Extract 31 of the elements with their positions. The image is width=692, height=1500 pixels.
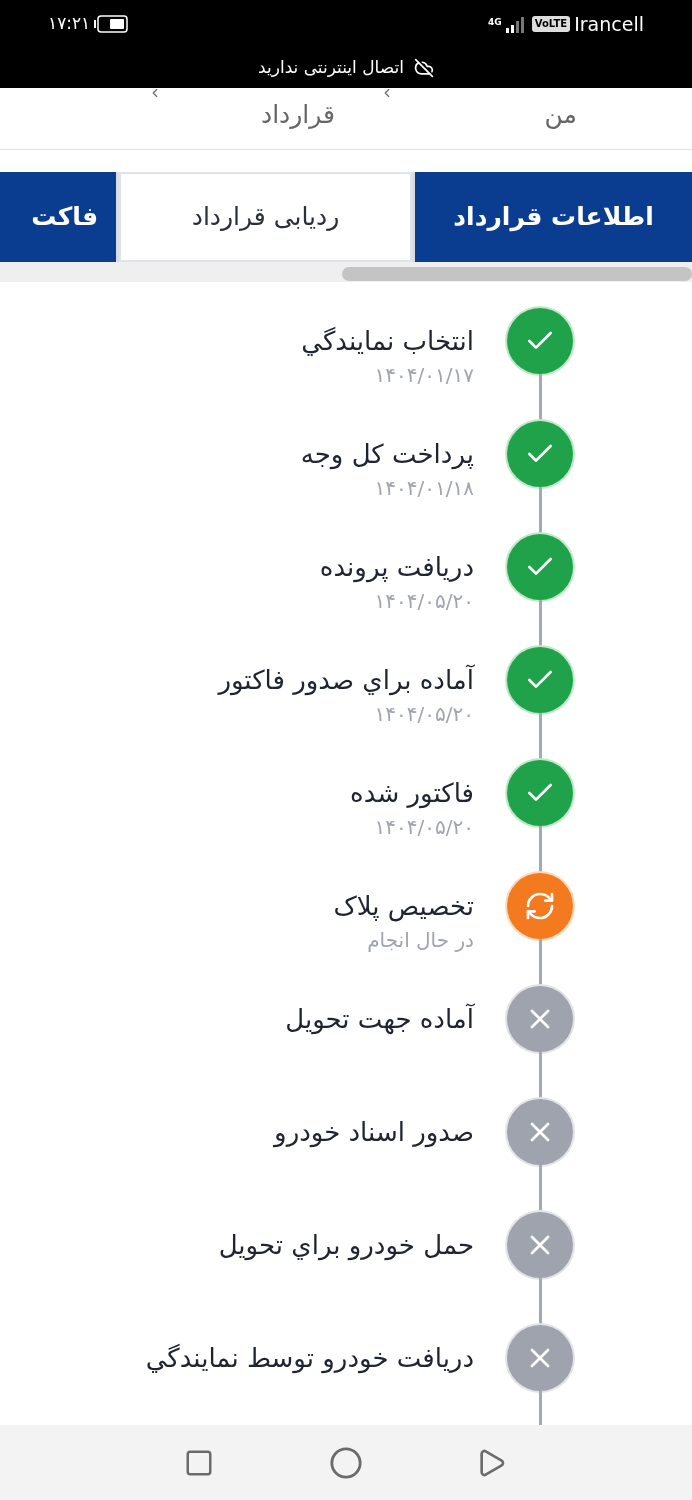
no-internet-notice: اتصال اینترنتی ندارید <box>258 56 404 80</box>
step-title: تخصیص پلاک <box>333 890 474 924</box>
carrier-name: Irancell <box>574 11 644 37</box>
tab[interactable]: ردیابی قرارداد <box>119 172 412 262</box>
step-date: ۱۴۰۴/۰۵/۲۰ <box>373 701 474 728</box>
step-title: فاکتور شده <box>350 777 474 811</box>
step-title: انتخاب نمايندگي <box>301 325 474 358</box>
step-title: دریافت خودرو توسط نمايندگي <box>145 1342 474 1376</box>
step-title: آماده جهت تحویل <box>285 1002 474 1037</box>
step-title: حمل خودرو براي تحویل <box>218 1229 474 1263</box>
step-date: ۱۴۰۴/۰۵/۲۰ <box>373 814 474 841</box>
scrollbar-thumb[interactable] <box>342 266 692 281</box>
network-type: 4G <box>488 15 502 29</box>
tab[interactable]: فاکت <box>0 172 116 262</box>
battery-icon <box>94 15 129 33</box>
breadcrumb-item[interactable]: قرارداد <box>261 96 335 134</box>
step-date: در حال انجام <box>366 927 474 954</box>
step-title: صدور اسناد خودرو <box>274 1116 474 1150</box>
volte-badge: VoLTE <box>531 16 571 32</box>
step-date: ۱۴۰۴/۰۱/۱۸ <box>373 475 474 502</box>
home-icon[interactable] <box>329 1445 363 1480</box>
clock-time: ۱۷:۲۱ <box>48 12 91 36</box>
breadcrumb-item[interactable]: من <box>544 96 577 134</box>
step-title: دریافت پرونده <box>319 551 474 585</box>
step-date: ۱۴۰۴/۰۱/۱۷ <box>373 362 474 389</box>
step-date: ۱۴۰۴/۰۵/۲۰ <box>373 588 474 615</box>
step-title: پرداخت کل وجه <box>300 438 474 472</box>
step-title: آماده براي صدور فاکتور <box>218 663 474 698</box>
cloud-off-icon <box>413 58 434 78</box>
tab[interactable]: اطلاعات قرارداد <box>415 172 692 262</box>
refresh-icon <box>524 890 556 922</box>
